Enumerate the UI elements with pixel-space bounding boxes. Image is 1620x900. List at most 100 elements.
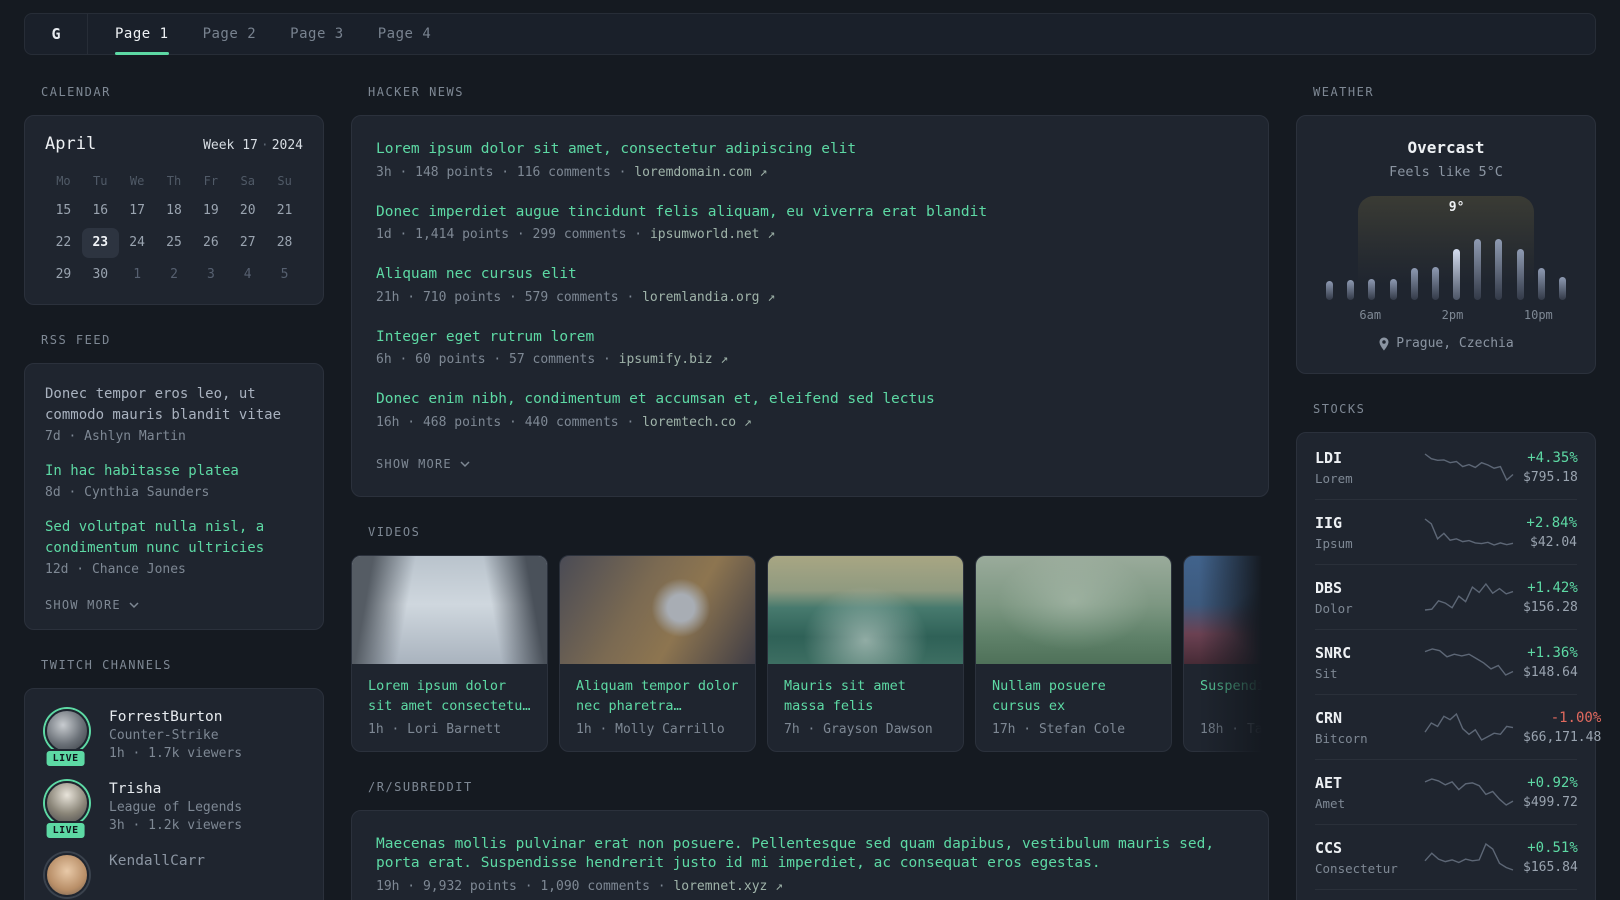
stock-change: +0.51% [1527, 839, 1578, 856]
channel-name[interactable]: KendallCarr [109, 853, 205, 869]
weekday-label: Mo [56, 174, 71, 188]
hn-item-domain-link[interactable]: ipsumify.biz ↗ [619, 352, 729, 367]
stock-change: +0.92% [1527, 774, 1578, 791]
rss-item-title[interactable]: In hac habitasse platea [45, 461, 303, 482]
calendar-day-selected: 23 [81, 228, 119, 258]
video-card[interactable]: Mauris sit amet massa felis 7h · Grayson… [767, 554, 964, 752]
weekday-label: We [129, 174, 145, 188]
subreddit-card: Maecenas mollis pulvinar erat non posuer… [351, 809, 1269, 900]
avatar[interactable] [45, 709, 89, 753]
stock-change: +1.36% [1527, 644, 1578, 661]
top-navbar: G Page 1 Page 2 Page 3 Page 4 [24, 13, 1596, 55]
app-logo[interactable]: G [25, 14, 88, 54]
channel-name[interactable]: ForrestBurton [109, 709, 242, 725]
video-thumbnail[interactable] [976, 555, 1171, 664]
channel-name[interactable]: Trisha [109, 781, 242, 797]
video-title[interactable]: Mauris sit amet massa felis [784, 676, 947, 716]
hn-item-title[interactable]: Lorem ipsum dolor sit amet, consectetur … [376, 140, 1244, 160]
calendar-day: 16 [92, 203, 109, 218]
tab-page-1[interactable]: Page 1 [115, 14, 169, 55]
hn-item-title[interactable]: Integer eget rutrum lorem [376, 328, 1244, 348]
rss-item-title[interactable]: Donec tempor eros leo, ut commodo mauris… [45, 384, 303, 426]
hn-item-title[interactable]: Aliquam nec cursus elit [376, 265, 1244, 285]
video-thumbnail[interactable] [768, 555, 963, 664]
hn-item-domain-link[interactable]: loremtech.co ↗ [642, 415, 752, 430]
reddit-domain-link[interactable]: loremnet.xyz ↗ [673, 879, 783, 894]
stocks-card: LDI Lorem +4.35% $795.18 IIG Ipsum +2.84% $4… [1296, 431, 1601, 900]
stock-row: SNRC Sit +1.36% $148.64 [1315, 628, 1578, 694]
weather-card: Overcast Feels like 5°C 9° 6am 2pm 10pm Pr… [1296, 115, 1596, 374]
rss-item-title[interactable]: Sed volutpat nulla nisl, a condimentum n… [45, 517, 303, 559]
external-link-icon: ↗ [759, 164, 768, 180]
calendar-day: 15 [55, 203, 72, 218]
calendar-day: 30 [92, 267, 109, 282]
hn-show-more-button[interactable]: SHOW MORE [376, 457, 471, 471]
weather-condition: Overcast [1407, 138, 1485, 157]
hn-item-domain-link[interactable]: loremdomain.com ↗ [634, 165, 767, 180]
stocks-header: STOCKS [1313, 401, 1366, 416]
live-badge: LIVE [44, 749, 87, 768]
calendar-day: 2 [170, 267, 178, 282]
hn-item: Donec enim nibh, condimentum et accumsan… [376, 390, 1244, 430]
stock-name: Bitcorn [1315, 730, 1368, 746]
video-card[interactable]: Suspendisse diam 18h · Tara [1183, 554, 1269, 752]
reddit-post-title[interactable]: Maecenas mollis pulvinar erat non posuer… [376, 835, 1244, 874]
stock-price: $795.18 [1523, 469, 1578, 485]
weather-feels-like: Feels like 5°C [1389, 164, 1503, 180]
calendar-day: 4 [243, 267, 252, 282]
domain-text: loremnet.xyz [673, 878, 768, 894]
stock-name: Sit [1315, 665, 1338, 681]
video-thumbnail[interactable] [560, 555, 755, 664]
sparkline-chart [1424, 518, 1514, 546]
stock-name: Lorem [1315, 470, 1353, 486]
hn-item-title[interactable]: Donec enim nibh, condimentum et accumsan… [376, 390, 1244, 410]
hackernews-card: Lorem ipsum dolor sit amet, consectetur … [351, 115, 1269, 497]
video-meta: 7h · Grayson Dawson [784, 721, 933, 737]
weather-header: WEATHER [1313, 85, 1375, 99]
channel-viewers: 3h · 1.2k viewers [109, 818, 243, 833]
tab-page-4[interactable]: Page 4 [378, 14, 432, 54]
external-link-icon: ↗ [775, 878, 783, 894]
hn-item-domain-link[interactable]: loremlandia.org ↗ [642, 290, 775, 305]
stock-row: LDI Lorem +4.35% $795.18 [1315, 435, 1578, 499]
video-title[interactable]: Aliquam tempor dolor nec pharetra… [576, 676, 739, 716]
channel-viewers: 1h · 1.7k viewers [109, 746, 243, 761]
calendar-day: 29 [55, 267, 72, 282]
stock-change: -1.00% [1550, 709, 1602, 726]
weekday-label: Sa [240, 174, 255, 188]
twitch-channel-row[interactable]: KendallCarr [45, 853, 303, 897]
hn-item-domain-link[interactable]: ipsumworld.net ↗ [650, 227, 775, 242]
reddit-meta-text: 19h · 9,932 points · 1,090 comments · [376, 878, 674, 894]
hn-meta-text: 6h · 60 points · 57 comments · [376, 352, 619, 368]
tab-page-2[interactable]: Page 2 [203, 14, 257, 54]
video-card[interactable]: Aliquam tempor dolor nec pharetra… 1h · … [559, 554, 756, 752]
videos-header: VIDEOS [368, 524, 421, 539]
external-link-icon: ↗ [767, 227, 776, 243]
video-title[interactable]: Lorem ipsum dolor sit amet consectetu… [368, 676, 531, 716]
hn-item-title[interactable]: Donec imperdiet augue tincidunt felis al… [376, 203, 1244, 223]
video-meta: 17h · Stefan Cole [992, 721, 1126, 737]
twitch-card: LIVE ForrestBurton Counter-Strike 1h · 1… [24, 688, 324, 900]
domain-text: ipsumify.biz [618, 352, 713, 368]
calendar-day: 3 [206, 267, 215, 282]
video-title[interactable]: Suspendisse diam [1200, 676, 1269, 716]
video-card[interactable]: Nullam posuere cursus ex 17h · Stefan Co… [975, 554, 1172, 752]
avatar[interactable] [45, 853, 89, 897]
sparkline-chart [1424, 842, 1514, 871]
left-column: CALENDAR April Week 17 · 2024 Mo Tu We Th … [24, 85, 324, 900]
avatar[interactable] [45, 781, 89, 825]
video-thumbnail[interactable] [1184, 555, 1269, 664]
rss-header: RSS FEED [41, 333, 111, 347]
video-title[interactable]: Nullam posuere cursus ex [992, 676, 1155, 716]
stock-name: Ipsum [1315, 535, 1353, 551]
stock-ticker: SNRC [1315, 643, 1352, 662]
hn-item-meta: 16h · 468 points · 440 comments · loremt… [376, 415, 1244, 430]
stock-ticker: DBS [1315, 578, 1343, 597]
tab-page-3[interactable]: Page 3 [290, 14, 344, 54]
twitch-channel-row[interactable]: LIVE ForrestBurton Counter-Strike 1h · 1… [44, 709, 303, 768]
rss-show-more-button[interactable]: SHOW MORE [45, 598, 140, 612]
twitch-channel-row[interactable]: LIVE Trisha League of Legends 3h · 1.2k … [44, 781, 303, 840]
video-card[interactable]: Lorem ipsum dolor sit amet consectetu… 1… [351, 554, 548, 752]
video-thumbnail[interactable] [352, 555, 547, 664]
videos-section: VIDEOS Lorem ipsum dolor sit amet consec… [351, 525, 1269, 752]
